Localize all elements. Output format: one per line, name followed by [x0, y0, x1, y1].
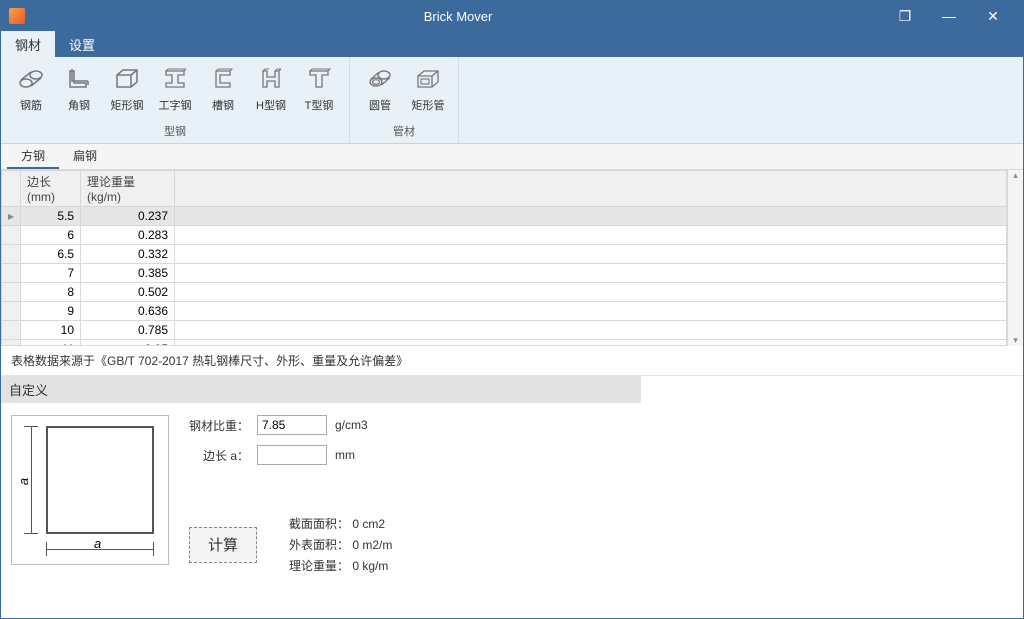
ribbon-ibeam[interactable]: 工字钢 — [153, 63, 197, 115]
result-surface: 0 m2/m — [352, 538, 392, 552]
row-handle[interactable] — [2, 302, 21, 321]
cell-weight[interactable]: 0.95 — [81, 340, 175, 347]
cell-weight[interactable]: 0.283 — [81, 226, 175, 245]
cell-weight[interactable]: 0.636 — [81, 302, 175, 321]
custom-panel: 自定义 a a 钢材比重： g/cm3 边长 a： mm 计算 — [1, 376, 641, 586]
row-handle[interactable] — [2, 321, 21, 340]
angle-steel-icon — [65, 65, 93, 93]
row-handle[interactable] — [2, 340, 21, 347]
custom-header: 自定义 — [1, 376, 641, 403]
window-controls: ❐ — ✕ — [883, 1, 1015, 31]
cell-weight[interactable]: 0.785 — [81, 321, 175, 340]
row-handle[interactable]: ▸ — [2, 207, 21, 226]
subtab-flat[interactable]: 扁钢 — [59, 144, 111, 169]
results: 截面面积： 0 cm2 外表面积： 0 m2/m 理论重量： 0 kg/m — [287, 515, 392, 574]
ibeam-icon — [161, 65, 189, 93]
menu-steel[interactable]: 钢材 — [1, 31, 55, 57]
cell-weight[interactable]: 0.385 — [81, 264, 175, 283]
ribbon-rect[interactable]: 矩形钢 — [105, 63, 149, 115]
vertical-scrollbar[interactable]: ▴▾ — [1007, 170, 1023, 346]
data-source-note: 表格数据来源于《GB/T 702-2017 热轧钢棒尺寸、外形、重量及允许偏差》 — [1, 346, 1023, 376]
cell-side[interactable]: 6 — [21, 226, 81, 245]
ribbon-angle[interactable]: 角钢 — [57, 63, 101, 115]
table-row[interactable]: 60.283 — [2, 226, 1007, 245]
rect-steel-icon — [113, 65, 141, 93]
round-pipe-icon — [366, 65, 394, 93]
menu-settings[interactable]: 设置 — [55, 31, 109, 57]
data-table: 边长(mm) 理论重量(kg/m) ▸5.50.23760.2836.50.33… — [1, 170, 1007, 346]
calc-button[interactable]: 计算 — [189, 527, 257, 563]
cell-weight[interactable]: 0.502 — [81, 283, 175, 302]
table-row[interactable]: 70.385 — [2, 264, 1007, 283]
ribbon-group-label-profiles: 型钢 — [9, 119, 341, 141]
data-table-wrap: 边长(mm) 理论重量(kg/m) ▸5.50.23760.2836.50.33… — [1, 170, 1023, 346]
density-unit: g/cm3 — [335, 418, 368, 432]
side-input[interactable] — [257, 445, 327, 465]
tbeam-icon — [305, 65, 333, 93]
restore-button[interactable]: ❐ — [883, 1, 927, 31]
result-area: 0 cm2 — [352, 517, 385, 531]
table-row[interactable]: ▸5.50.237 — [2, 207, 1007, 226]
cell-weight[interactable]: 0.237 — [81, 207, 175, 226]
ribbon-round-pipe[interactable]: 圆管 — [358, 63, 402, 115]
row-handle[interactable] — [2, 264, 21, 283]
ribbon-group-label-pipes: 管材 — [358, 119, 450, 141]
cell-side[interactable]: 9 — [21, 302, 81, 321]
table-row[interactable]: 100.785 — [2, 321, 1007, 340]
cell-side[interactable]: 8 — [21, 283, 81, 302]
ribbon-rect-pipe[interactable]: 矩形管 — [406, 63, 450, 115]
subtabs: 方钢 扁钢 — [1, 144, 1023, 170]
ribbon-rebar[interactable]: 钢筋 — [9, 63, 53, 115]
app-icon — [9, 8, 25, 24]
cell-side[interactable]: 11 — [21, 340, 81, 347]
side-label: 边长 a： — [189, 447, 249, 464]
ribbon-group-pipes: 圆管 矩形管 管材 — [350, 57, 459, 143]
menubar: 钢材 设置 — [1, 31, 1023, 57]
result-weight: 0 kg/m — [352, 559, 388, 573]
table-row[interactable]: 6.50.332 — [2, 245, 1007, 264]
row-handle[interactable] — [2, 226, 21, 245]
rect-pipe-icon — [414, 65, 442, 93]
col-header-side[interactable]: 边长(mm) — [21, 171, 81, 207]
close-button[interactable]: ✕ — [971, 1, 1015, 31]
hbeam-icon — [257, 65, 285, 93]
table-row[interactable]: 90.636 — [2, 302, 1007, 321]
cell-side[interactable]: 10 — [21, 321, 81, 340]
row-handle[interactable] — [2, 283, 21, 302]
rebar-icon — [17, 65, 45, 93]
row-handle[interactable] — [2, 245, 21, 264]
cell-side[interactable]: 6.5 — [21, 245, 81, 264]
ribbon-tbeam[interactable]: T型钢 — [297, 63, 341, 115]
titlebar: Brick Mover ❐ — ✕ — [1, 1, 1023, 31]
minimize-button[interactable]: — — [927, 1, 971, 31]
cell-weight[interactable]: 0.332 — [81, 245, 175, 264]
row-handle-header — [2, 171, 21, 207]
ribbon-hbeam[interactable]: H型钢 — [249, 63, 293, 115]
table-row[interactable]: 80.502 — [2, 283, 1007, 302]
ribbon-channel[interactable]: 槽钢 — [201, 63, 245, 115]
channel-steel-icon — [209, 65, 237, 93]
table-row[interactable]: 110.95 — [2, 340, 1007, 347]
subtab-square[interactable]: 方钢 — [7, 144, 59, 169]
ribbon: 钢筋 角钢 矩形钢 工字钢 槽钢 — [1, 57, 1023, 144]
ribbon-group-profiles: 钢筋 角钢 矩形钢 工字钢 槽钢 — [1, 57, 350, 143]
cell-side[interactable]: 5.5 — [21, 207, 81, 226]
cell-side[interactable]: 7 — [21, 264, 81, 283]
side-unit: mm — [335, 448, 355, 462]
window-title: Brick Mover — [33, 9, 883, 24]
density-input[interactable] — [257, 415, 327, 435]
col-header-weight[interactable]: 理论重量(kg/m) — [81, 171, 175, 207]
section-diagram: a a — [11, 415, 169, 565]
custom-form: 钢材比重： g/cm3 边长 a： mm 计算 截面面积： 0 cm2 外表面积… — [189, 415, 392, 574]
app-window: Brick Mover ❐ — ✕ 钢材 设置 钢筋 角钢 — [0, 0, 1024, 619]
density-label: 钢材比重： — [189, 417, 249, 434]
